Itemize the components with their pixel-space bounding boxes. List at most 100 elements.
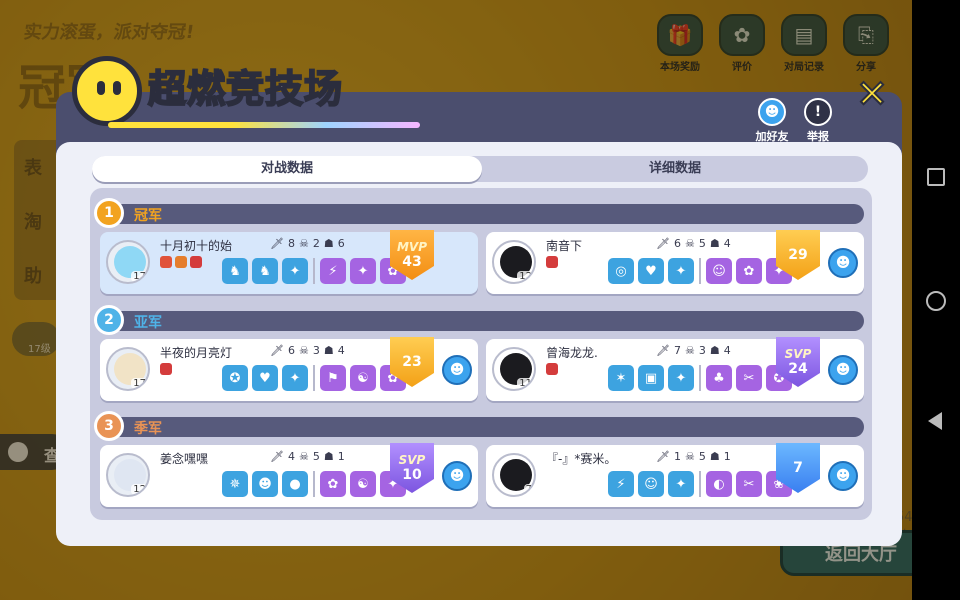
back-icon[interactable]: [928, 412, 942, 430]
player-card[interactable]: 17 十月初十的始 🗡 8 ☠ 2 ☗ 6 ♞ ♞ ✦ ⚡ ✦ ✿ MVP 43: [100, 230, 478, 294]
skull-icon: ☠: [684, 450, 695, 463]
rank-bar: [100, 311, 864, 331]
player-level: 12: [131, 484, 148, 495]
skill-icon[interactable]: ☻: [252, 471, 278, 497]
prop-icon[interactable]: ♣: [706, 365, 732, 391]
skill-icon[interactable]: ✦: [668, 365, 694, 391]
avatar[interactable]: 12: [492, 240, 536, 284]
player-tags: [546, 363, 558, 375]
add-friend-icon[interactable]: ☻: [828, 355, 858, 385]
skill-icon[interactable]: ♥: [638, 258, 664, 284]
player-card[interactable]: 7 『-』*赛米。 🗡 1 ☠ 5 ☗ 1 ⚡ ☺ ✦ ◐ ✂ ❀ 7 ☻: [486, 443, 864, 507]
prop-icon[interactable]: ◐: [706, 471, 732, 497]
system-nav-bar: [912, 0, 960, 600]
tag-icon: [175, 256, 187, 268]
stat-kills: 1: [673, 450, 681, 463]
prop-icon[interactable]: ⚑: [320, 365, 346, 391]
tab-detail-data[interactable]: 详细数据: [482, 156, 868, 182]
score-value: 43: [402, 253, 422, 270]
avatar[interactable]: 17: [106, 240, 150, 284]
avatar[interactable]: 12: [106, 453, 150, 497]
prop-icon[interactable]: ✿: [736, 258, 762, 284]
stat-deaths: 5: [312, 450, 320, 463]
rank-bar: [100, 417, 864, 437]
assist-icon: ☗: [323, 344, 334, 357]
prop-icon[interactable]: ☺: [706, 258, 732, 284]
skill-icon[interactable]: ✦: [668, 471, 694, 497]
skill-icon[interactable]: ◎: [608, 258, 634, 284]
kda-stats: 🗡 8 ☠ 2 ☗ 6: [268, 237, 347, 250]
skill-icon[interactable]: ☺: [638, 471, 664, 497]
skill-icon[interactable]: ✵: [222, 471, 248, 497]
stat-kills: 7: [673, 344, 681, 357]
divider: [313, 471, 315, 497]
score-value: 7: [793, 460, 803, 476]
player-level: 17: [131, 378, 148, 389]
skill-icon[interactable]: ♞: [222, 258, 248, 284]
tab-battle-data[interactable]: 对战数据: [92, 156, 482, 182]
skull-icon: ☠: [298, 237, 309, 250]
item-list: ✵ ☻ ● ✿ ☯ ✦: [222, 471, 406, 497]
player-card[interactable]: 11 曾海龙龙. 🗡 7 ☠ 3 ☗ 4 ✶ ▣ ✦ ♣ ✂ ✪ SVP 24 ☻: [486, 337, 864, 401]
skill-icon[interactable]: ✪: [222, 365, 248, 391]
item-list: ✶ ▣ ✦ ♣ ✂ ✪: [608, 365, 792, 391]
add-friend-icon[interactable]: ☻: [442, 355, 472, 385]
score-value: 24: [788, 360, 808, 377]
skull-icon: ☠: [298, 450, 309, 463]
divider: [313, 365, 315, 391]
stat-deaths: 5: [698, 450, 706, 463]
rank-label: 冠军: [134, 208, 162, 224]
rank-badge-icon: 1: [94, 198, 124, 228]
prop-icon[interactable]: ✂: [736, 471, 762, 497]
skill-icon[interactable]: ♞: [252, 258, 278, 284]
score-value: 29: [788, 247, 808, 263]
assist-icon: ☗: [709, 450, 720, 463]
sword-icon: 🗡: [656, 237, 670, 250]
prop-icon[interactable]: ✿: [320, 471, 346, 497]
player-level: 17: [131, 271, 148, 282]
skull-icon: ☠: [684, 237, 695, 250]
player-name: 姜念嘿嘿: [160, 452, 209, 466]
player-card[interactable]: 17 半夜的月亮灯 🗡 6 ☠ 3 ☗ 4 ✪ ♥ ✦ ⚑ ☯ ✿ 23 ☻: [100, 337, 478, 401]
divider: [699, 471, 701, 497]
skill-icon[interactable]: ✦: [282, 365, 308, 391]
avatar[interactable]: 17: [106, 347, 150, 391]
item-list: ◎ ♥ ✦ ☺ ✿ ✦: [608, 258, 792, 284]
skill-icon[interactable]: ⚡: [608, 471, 634, 497]
prop-icon[interactable]: ✂: [736, 365, 762, 391]
rank-badge-icon: 3: [94, 411, 124, 441]
skill-icon[interactable]: ✦: [668, 258, 694, 284]
add-friend-icon[interactable]: ☻: [828, 461, 858, 491]
stat-assists: 1: [337, 450, 345, 463]
prop-icon[interactable]: ☯: [350, 365, 376, 391]
avatar[interactable]: 11: [492, 347, 536, 391]
skill-icon[interactable]: ♥: [252, 365, 278, 391]
skill-icon[interactable]: ▣: [638, 365, 664, 391]
rank-label: 季军: [134, 421, 162, 437]
skill-icon[interactable]: ●: [282, 471, 308, 497]
title-underline: [108, 122, 420, 128]
skill-icon[interactable]: ✦: [282, 258, 308, 284]
prop-icon[interactable]: ⚡: [320, 258, 346, 284]
report-button[interactable]: ! 举报: [792, 98, 844, 144]
score-title: SVP: [398, 452, 426, 467]
add-friend-icon[interactable]: ☻: [442, 461, 472, 491]
player-tags: [160, 256, 202, 268]
prop-icon[interactable]: ☯: [350, 471, 376, 497]
close-icon[interactable]: ✕: [854, 74, 890, 114]
divider: [699, 365, 701, 391]
recent-apps-icon[interactable]: [927, 168, 945, 186]
tag-icon: [160, 363, 172, 375]
modal-title: 超燃竞技场: [147, 66, 344, 112]
player-card[interactable]: 12 姜念嘿嘿 🗡 4 ☠ 5 ☗ 1 ✵ ☻ ● ✿ ☯ ✦ SVP 10 ☻: [100, 443, 478, 507]
add-friend-button[interactable]: ☻ 加好友: [746, 98, 798, 144]
skill-icon[interactable]: ✶: [608, 365, 634, 391]
add-friend-icon[interactable]: ☻: [828, 248, 858, 278]
home-icon[interactable]: [926, 291, 946, 311]
player-card[interactable]: 12 南音下 🗡 6 ☠ 5 ☗ 4 ◎ ♥ ✦ ☺ ✿ ✦ 29 ☻: [486, 230, 864, 294]
kda-stats: 🗡 6 ☠ 5 ☗ 4: [654, 237, 733, 250]
avatar[interactable]: 7: [492, 453, 536, 497]
prop-icon[interactable]: ✦: [350, 258, 376, 284]
stat-kills: 8: [287, 237, 295, 250]
player-name: 半夜的月亮灯: [160, 346, 233, 360]
